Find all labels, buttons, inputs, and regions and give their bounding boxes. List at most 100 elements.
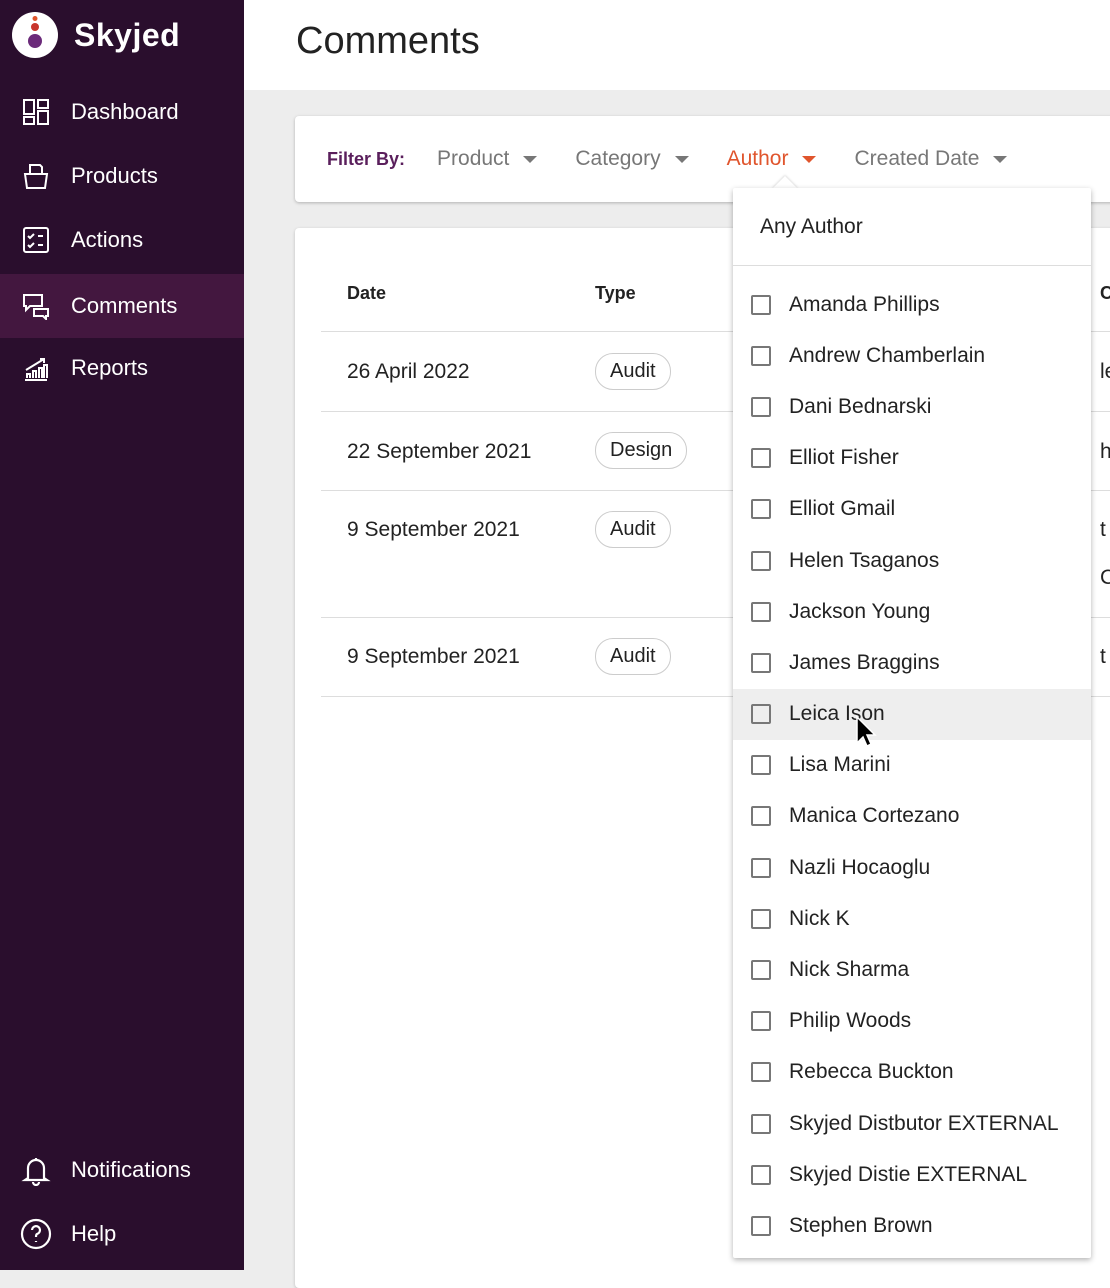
author-option-label: Skyjed Distie EXTERNAL [789, 1162, 1028, 1186]
author-option-label: Elliot Gmail [789, 497, 896, 521]
logo-text: Skyjed [74, 16, 181, 53]
sidebar-item-dashboard[interactable]: Dashboard [0, 80, 244, 144]
author-option[interactable]: Stephen Brown [733, 1200, 1091, 1251]
author-option[interactable]: Nick K [733, 893, 1091, 944]
author-option-label: Helen Tsaganos [789, 548, 940, 572]
author-option[interactable]: Manica Cortezano [733, 791, 1091, 842]
author-option[interactable]: Leica Ison [733, 688, 1091, 740]
author-option[interactable]: Andrew Chamberlain [733, 330, 1091, 381]
sidebar-item-label: Reports [71, 355, 149, 380]
help-label: Help [71, 1221, 117, 1246]
sidebar-item-comments[interactable]: Comments [0, 274, 244, 338]
filter-category-label: Category [575, 147, 661, 170]
checkbox[interactable] [751, 908, 771, 929]
checkbox[interactable] [751, 294, 771, 315]
comment-cell: t [1100, 518, 1106, 541]
author-option[interactable]: Elliot Fisher [733, 433, 1091, 484]
filter-label: Filter By: [327, 148, 406, 169]
checkbox[interactable] [751, 345, 771, 366]
checkbox[interactable] [751, 806, 771, 827]
page-title: Comments [296, 20, 480, 62]
type-badge: Audit [595, 638, 671, 675]
author-option[interactable]: Philip Woods [733, 996, 1091, 1047]
logo[interactable]: Skyjed [12, 12, 180, 58]
sidebar: Skyjed Dashboard Products Actions Commen… [0, 0, 244, 1270]
author-option[interactable]: Elliot Gmail [733, 484, 1091, 535]
comment-cell: t [1100, 645, 1106, 668]
author-option[interactable]: Helen Tsaganos [733, 535, 1091, 586]
sidebar-item-reports[interactable]: Reports [0, 336, 244, 400]
author-option-label: Andrew Chamberlain [789, 343, 986, 367]
author-option-label: Amanda Phillips [789, 292, 940, 316]
caret-down-icon [993, 155, 1008, 163]
author-option[interactable]: Jackson Young [733, 586, 1091, 637]
author-option[interactable]: Amanda Phillips [733, 279, 1091, 330]
help-icon [20, 1218, 52, 1250]
notifications-label: Notifications [71, 1157, 191, 1182]
sidebar-item-products[interactable]: Products [0, 144, 244, 208]
author-option[interactable]: Nick Sharma [733, 944, 1091, 995]
comment-cell: h [1100, 440, 1110, 463]
comments-icon [23, 294, 49, 320]
checkbox[interactable] [751, 448, 771, 469]
author-option[interactable]: Lisa Marini [733, 740, 1091, 791]
caret-down-icon [523, 155, 538, 163]
folder-icon [23, 164, 49, 189]
checkbox[interactable] [751, 1011, 771, 1032]
author-option[interactable]: Dani Bednarski [733, 381, 1091, 432]
checkbox[interactable] [751, 499, 771, 520]
author-option-label: Dani Bednarski [789, 394, 932, 418]
sidebar-item-label: Products [71, 163, 158, 188]
author-option[interactable]: Nazli Hocaoglu [733, 842, 1091, 893]
filter-product-label: Product [437, 147, 510, 170]
chart-icon [25, 358, 48, 381]
mouse-cursor-icon [856, 716, 877, 748]
checkbox[interactable] [751, 1113, 771, 1134]
checkbox[interactable] [751, 1164, 771, 1185]
author-option[interactable]: Skyjed Distie EXTERNAL [733, 1149, 1091, 1200]
checkbox[interactable] [751, 704, 771, 725]
sidebar-item-label: Dashboard [71, 99, 179, 124]
filter-author[interactable]: Author [727, 147, 817, 171]
filter-created-date-label: Created Date [854, 147, 980, 170]
author-option-label: Elliot Fisher [789, 446, 899, 470]
checkbox[interactable] [751, 652, 771, 673]
author-option-label: Skyjed Distbutor EXTERNAL [789, 1111, 1059, 1135]
checkbox[interactable] [751, 857, 771, 878]
page-header: Comments [244, 0, 1110, 90]
author-option-label: Nick Sharma [789, 958, 910, 982]
author-option[interactable]: Rebecca Buckton [733, 1047, 1091, 1098]
type-badge: Design [595, 432, 688, 469]
checkbox[interactable] [751, 601, 771, 622]
filter-product[interactable]: Product [437, 147, 538, 171]
filter-category[interactable]: Category [575, 147, 689, 171]
filter-created-date[interactable]: Created Date [854, 147, 1008, 171]
author-option[interactable]: Skyjed Distbutor EXTERNAL [733, 1098, 1091, 1149]
sidebar-item-label: Comments [71, 293, 178, 318]
checkbox[interactable] [751, 396, 771, 417]
checkbox[interactable] [751, 755, 771, 776]
checkbox[interactable] [751, 550, 771, 571]
filter-author-label: Author [726, 147, 789, 170]
checklist-icon [23, 227, 49, 253]
sidebar-item-actions[interactable]: Actions [0, 208, 244, 272]
author-option-label: Nick K [789, 906, 850, 930]
sidebar-item-help[interactable]: Help [0, 1202, 244, 1266]
sidebar-item-notifications[interactable]: Notifications [0, 1138, 244, 1202]
comment-cell: le [1100, 360, 1110, 383]
author-dropdown: Any Author Amanda Phillips Andrew Chamber… [733, 188, 1091, 1258]
date-cell: 22 September 2021 [347, 440, 532, 463]
bell-icon [21, 1158, 51, 1186]
dashboard-icon [23, 99, 49, 125]
checkbox[interactable] [751, 1062, 771, 1083]
date-cell: 26 April 2022 [347, 360, 470, 383]
checkbox[interactable] [751, 960, 771, 981]
checkbox[interactable] [751, 1215, 771, 1236]
any-author-option[interactable]: Any Author [733, 188, 1091, 266]
author-option-label: Nazli Hocaoglu [789, 855, 931, 879]
author-option-label: Rebecca Buckton [789, 1060, 954, 1084]
author-option-label: James Braggins [789, 650, 940, 674]
logo-icon [12, 12, 58, 58]
author-option[interactable]: James Braggins [733, 637, 1091, 688]
comment-cell: C [1100, 566, 1110, 589]
